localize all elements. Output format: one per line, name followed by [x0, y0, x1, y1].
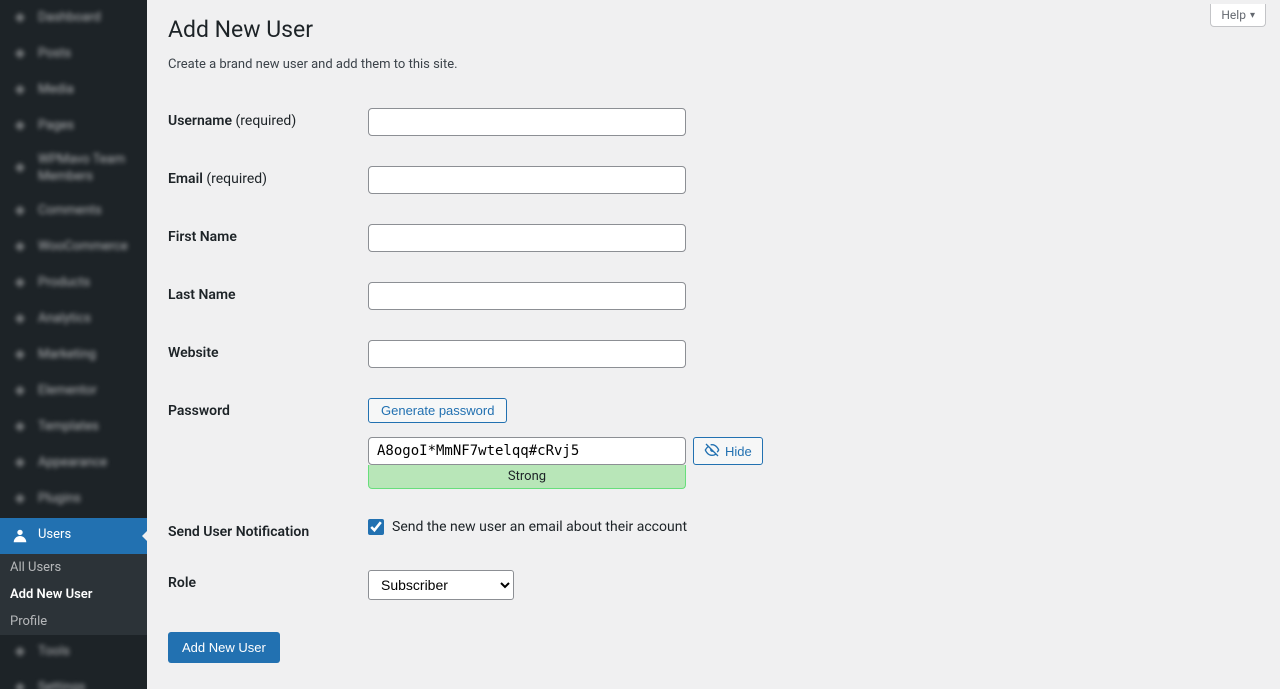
password-input[interactable]	[368, 437, 686, 465]
sidebar-item-label: Media	[38, 82, 74, 99]
sidebar-item-label: Products	[38, 275, 90, 292]
menu-icon: ◆	[10, 679, 30, 689]
sidebar-item-blurred[interactable]: ◆ Pages	[0, 108, 147, 144]
sidebar-item-blurred[interactable]: ◆ Templates	[0, 410, 147, 446]
sidebar-item-label: Appearance	[38, 455, 107, 472]
menu-icon: ◆	[10, 310, 30, 330]
menu-icon: ◆	[10, 238, 30, 258]
sidebar-item-label: Comments	[38, 203, 102, 220]
user-icon	[10, 526, 30, 546]
sidebar-item-blurred[interactable]: ◆ Comments	[0, 194, 147, 230]
notification-checkbox-label: Send the new user an email about their a…	[392, 519, 687, 535]
sidebar-item-blurred[interactable]: ◆ Tools	[0, 635, 147, 671]
sidebar-item-blurred[interactable]: ◆ Appearance	[0, 446, 147, 482]
hide-password-button[interactable]: Hide	[693, 437, 763, 465]
sidebar-sub-all-users[interactable]: All Users	[0, 554, 147, 581]
sidebar-item-label: Plugins	[38, 491, 81, 508]
sidebar-item-label: Users	[38, 527, 71, 544]
menu-icon: ◆	[10, 116, 30, 136]
page-description: Create a brand new user and add them to …	[168, 57, 1260, 72]
password-strength-indicator: Strong	[368, 465, 686, 489]
sidebar-item-label: Elementor	[38, 383, 97, 400]
sidebar-item-users[interactable]: Users	[0, 518, 147, 554]
sidebar-item-blurred[interactable]: ◆ WPMavo Team Members	[0, 144, 147, 194]
sidebar-item-label: Templates	[38, 419, 99, 436]
username-label: Username (required)	[168, 98, 368, 156]
notification-checkbox[interactable]	[368, 519, 384, 535]
sidebar-item-label: Tools	[38, 644, 70, 661]
sidebar-item-blurred[interactable]: ◆ Plugins	[0, 482, 147, 518]
sidebar-item-blurred[interactable]: ◆ Marketing	[0, 338, 147, 374]
sidebar-users-submenu: All Users Add New User Profile	[0, 554, 147, 635]
sidebar-item-blurred[interactable]: ◆ Products	[0, 266, 147, 302]
sidebar-sub-profile[interactable]: Profile	[0, 608, 147, 635]
sidebar-item-label: Analytics	[38, 311, 91, 328]
help-button[interactable]: Help	[1210, 4, 1266, 27]
sidebar-item-blurred[interactable]: ◆ Posts	[0, 36, 147, 72]
sidebar-item-blurred[interactable]: ◆ Settings	[0, 671, 147, 689]
sidebar-item-label: WooCommerce	[38, 239, 128, 256]
role-select[interactable]: Subscriber	[368, 570, 514, 600]
menu-icon: ◆	[10, 274, 30, 294]
website-label: Website	[168, 330, 368, 388]
menu-icon: ◆	[10, 418, 30, 438]
first-name-input[interactable]	[368, 224, 686, 252]
sidebar-item-blurred[interactable]: ◆ Elementor	[0, 374, 147, 410]
role-label: Role	[168, 560, 368, 620]
website-input[interactable]	[368, 340, 686, 368]
admin-sidebar: ◆ Dashboard ◆ Posts ◆ Media ◆ Pages ◆ WPMavo Team…	[0, 0, 147, 689]
last-name-input[interactable]	[368, 282, 686, 310]
eye-slash-icon	[704, 442, 720, 461]
first-name-label: First Name	[168, 214, 368, 272]
hide-label: Hide	[725, 444, 752, 459]
sidebar-sub-add-new-user[interactable]: Add New User	[0, 581, 147, 608]
add-user-form: Username (required) Email (required) Fir…	[168, 98, 1260, 620]
sidebar-item-label: Pages	[38, 118, 74, 135]
menu-icon: ◆	[10, 44, 30, 64]
sidebar-item-label: Posts	[38, 46, 71, 63]
sidebar-item-label: WPMavo Team Members	[38, 152, 137, 186]
menu-icon: ◆	[10, 382, 30, 402]
username-input[interactable]	[368, 108, 686, 136]
password-label: Password	[168, 388, 368, 509]
menu-icon: ◆	[10, 490, 30, 510]
menu-icon: ◆	[10, 346, 30, 366]
menu-icon: ◆	[10, 159, 30, 179]
last-name-label: Last Name	[168, 272, 368, 330]
page-title: Add New User	[168, 16, 1260, 43]
email-input[interactable]	[368, 166, 686, 194]
menu-icon: ◆	[10, 643, 30, 663]
menu-icon: ◆	[10, 202, 30, 222]
notification-checkbox-row[interactable]: Send the new user an email about their a…	[368, 519, 1250, 535]
sidebar-item-label: Settings	[38, 680, 85, 689]
main-content: Help Add New User Create a brand new use…	[148, 0, 1280, 689]
generate-password-button[interactable]: Generate password	[368, 398, 507, 423]
sidebar-item-blurred[interactable]: ◆ Dashboard	[0, 0, 147, 36]
sidebar-item-label: Dashboard	[38, 10, 101, 27]
notification-label: Send User Notification	[168, 509, 368, 560]
email-label: Email (required)	[168, 156, 368, 214]
sidebar-item-blurred[interactable]: ◆ WooCommerce	[0, 230, 147, 266]
sidebar-item-blurred[interactable]: ◆ Analytics	[0, 302, 147, 338]
menu-icon: ◆	[10, 80, 30, 100]
menu-icon: ◆	[10, 454, 30, 474]
sidebar-item-label: Marketing	[38, 347, 96, 364]
sidebar-item-blurred[interactable]: ◆ Media	[0, 72, 147, 108]
menu-icon: ◆	[10, 8, 30, 28]
help-label: Help	[1221, 8, 1246, 22]
add-new-user-submit-button[interactable]: Add New User	[168, 632, 280, 663]
